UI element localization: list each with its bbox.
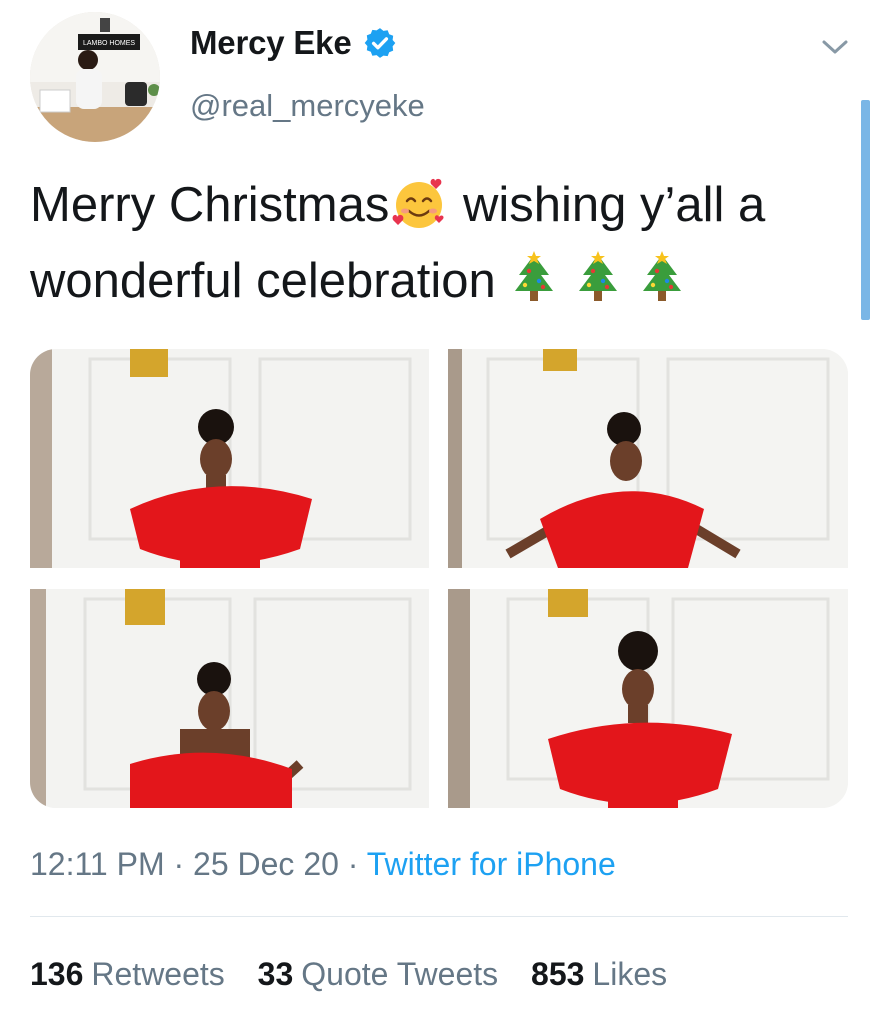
likes-count: 853 bbox=[531, 956, 585, 992]
christmas-tree-icon bbox=[637, 251, 687, 324]
meta-separator: · bbox=[338, 846, 367, 882]
retweets-label: Retweets bbox=[91, 956, 225, 992]
tweet-photo-3[interactable] bbox=[30, 589, 429, 808]
display-name[interactable]: Mercy Eke bbox=[190, 24, 352, 62]
retweets-count: 136 bbox=[30, 956, 84, 992]
smiling-face-with-hearts-icon bbox=[389, 175, 449, 248]
tweet-text-part1: Merry Christmas bbox=[30, 178, 390, 232]
likes-stat[interactable]: 853 Likes bbox=[531, 956, 667, 993]
christmas-tree-icon bbox=[573, 251, 623, 324]
tweet-photo-1[interactable] bbox=[30, 349, 429, 568]
retweets-stat[interactable]: 136 Retweets bbox=[30, 956, 225, 993]
quote-tweets-label: Quote Tweets bbox=[301, 956, 499, 992]
engagement-stats: 136 Retweets 33 Quote Tweets 853 Likes bbox=[30, 956, 691, 993]
divider bbox=[30, 916, 848, 917]
tweet-source-link[interactable]: Twitter for iPhone bbox=[367, 846, 616, 882]
tweet-photo-2[interactable] bbox=[448, 349, 848, 568]
verified-badge-icon bbox=[363, 26, 397, 60]
tweet-date[interactable]: 25 Dec 20 bbox=[193, 846, 339, 882]
scrollbar[interactable] bbox=[861, 100, 870, 320]
avatar-sign-text: LAMBO HOMES bbox=[83, 40, 135, 47]
tweet-photo-4[interactable] bbox=[448, 589, 848, 808]
likes-label: Likes bbox=[592, 956, 668, 992]
quote-tweets-stat[interactable]: 33 Quote Tweets bbox=[258, 956, 498, 993]
tweet-detail: LAMBO HOMES Mercy Eke @real_mercyeke Mer… bbox=[0, 0, 876, 1024]
christmas-tree-icon bbox=[509, 251, 559, 324]
tweet-time[interactable]: 12:11 PM bbox=[30, 846, 165, 882]
avatar[interactable]: LAMBO HOMES bbox=[30, 12, 160, 142]
chevron-down-icon[interactable] bbox=[818, 30, 852, 64]
photo-grid bbox=[30, 349, 848, 808]
tweet-timestamp: 12:11 PM · 25 Dec 20 · Twitter for iPhon… bbox=[30, 846, 616, 883]
meta-separator: · bbox=[164, 846, 194, 882]
quote-tweets-count: 33 bbox=[257, 956, 294, 992]
tweet-text: Merry Christmas wishing y’all a wonderfu… bbox=[30, 172, 850, 324]
user-handle[interactable]: @real_mercyeke bbox=[190, 88, 425, 124]
